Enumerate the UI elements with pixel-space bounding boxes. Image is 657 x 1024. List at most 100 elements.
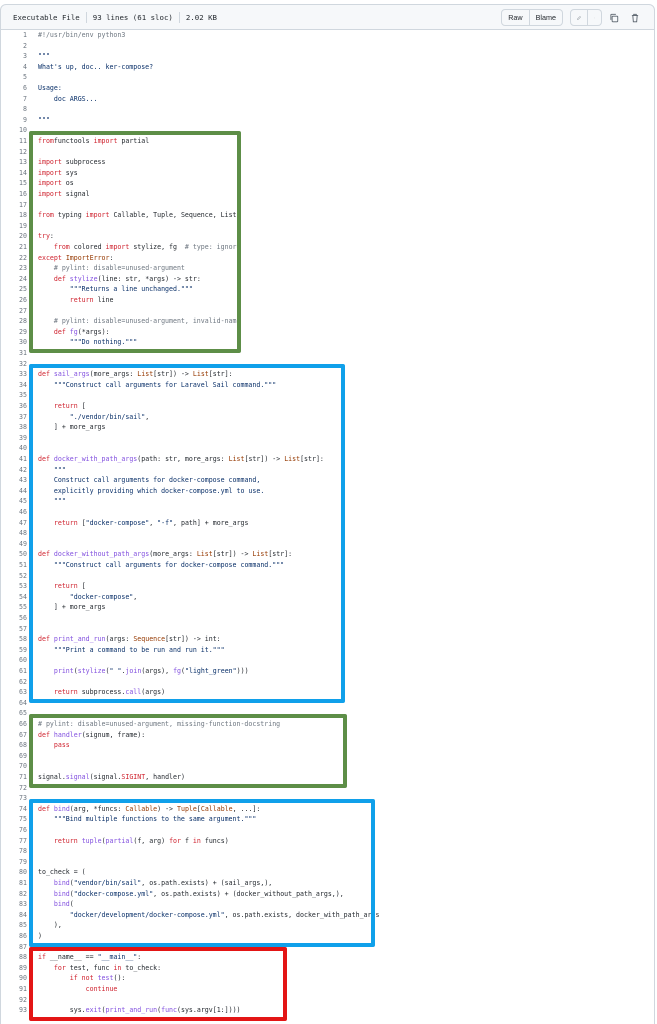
line-number[interactable]: 74 — [1, 804, 27, 815]
line-number[interactable]: 19 — [1, 221, 27, 232]
line-number[interactable]: 16 — [1, 189, 27, 200]
line-number[interactable]: 78 — [1, 846, 27, 857]
line-number[interactable]: 68 — [1, 740, 27, 751]
line-number[interactable]: 2 — [1, 41, 27, 52]
line-number[interactable]: 40 — [1, 443, 27, 454]
line-number[interactable]: 65 — [1, 708, 27, 719]
line-number[interactable]: 47 — [1, 518, 27, 529]
line-number[interactable]: 24 — [1, 274, 27, 285]
line-number[interactable]: 22 — [1, 253, 27, 264]
line-number[interactable]: 53 — [1, 581, 27, 592]
line-number[interactable]: 92 — [1, 995, 27, 1006]
line-number[interactable]: 39 — [1, 433, 27, 444]
line-number[interactable]: 85 — [1, 920, 27, 931]
line-number[interactable]: 73 — [1, 793, 27, 804]
line-number[interactable]: 69 — [1, 751, 27, 762]
line-number[interactable]: 15 — [1, 178, 27, 189]
line-number[interactable]: 81 — [1, 878, 27, 889]
line-number[interactable]: 49 — [1, 539, 27, 550]
line-number[interactable]: 35 — [1, 390, 27, 401]
line-number[interactable]: 80 — [1, 867, 27, 878]
line-number[interactable]: 58 — [1, 634, 27, 645]
line-number[interactable]: 34 — [1, 380, 27, 391]
line-number[interactable]: 50 — [1, 549, 27, 560]
line-number[interactable]: 4 — [1, 62, 27, 73]
line-number[interactable]: 21 — [1, 242, 27, 253]
edit-button[interactable] — [570, 9, 588, 26]
line-number[interactable]: 7 — [1, 94, 27, 105]
line-number[interactable]: 86 — [1, 931, 27, 942]
line-number[interactable]: 10 — [1, 125, 27, 136]
line-number[interactable]: 60 — [1, 655, 27, 666]
line-number[interactable]: 93 — [1, 1005, 27, 1016]
line-number[interactable]: 11 — [1, 136, 27, 147]
copy-button[interactable] — [605, 9, 623, 26]
raw-button[interactable]: Raw — [501, 9, 530, 26]
line-number[interactable]: 26 — [1, 295, 27, 306]
line-number[interactable]: 33 — [1, 369, 27, 380]
line-number[interactable]: 84 — [1, 910, 27, 921]
line-number[interactable]: 12 — [1, 147, 27, 158]
line-number[interactable]: 46 — [1, 507, 27, 518]
line-number[interactable]: 36 — [1, 401, 27, 412]
line-number[interactable]: 25 — [1, 284, 27, 295]
line-number[interactable]: 27 — [1, 306, 27, 317]
line-number[interactable]: 3 — [1, 51, 27, 62]
line-number[interactable]: 72 — [1, 783, 27, 794]
line-number[interactable]: 17 — [1, 200, 27, 211]
code-text: print(stylize(" ".join(args), fg("light_… — [53, 667, 249, 675]
line-number[interactable]: 70 — [1, 761, 27, 772]
line-number[interactable]: 6 — [1, 83, 27, 94]
line-number[interactable]: 82 — [1, 889, 27, 900]
line-number[interactable]: 63 — [1, 687, 27, 698]
line-number[interactable]: 41 — [1, 454, 27, 465]
line-number[interactable]: 51 — [1, 560, 27, 571]
line-number[interactable]: 76 — [1, 825, 27, 836]
line-number[interactable]: 8 — [1, 104, 27, 115]
line-number[interactable]: 54 — [1, 592, 27, 603]
line-number[interactable]: 9 — [1, 115, 27, 126]
delete-button[interactable] — [626, 9, 644, 26]
line-number[interactable]: 56 — [1, 613, 27, 624]
line-number[interactable]: 88 — [1, 952, 27, 963]
line-number[interactable]: 64 — [1, 698, 27, 709]
line-number[interactable]: 91 — [1, 984, 27, 995]
line-number[interactable]: 37 — [1, 412, 27, 423]
line-number[interactable]: 89 — [1, 963, 27, 974]
line-number[interactable]: 30 — [1, 337, 27, 348]
line-number[interactable]: 59 — [1, 645, 27, 656]
line-number[interactable]: 48 — [1, 528, 27, 539]
line-number[interactable]: 57 — [1, 624, 27, 635]
line-number[interactable]: 28 — [1, 316, 27, 327]
line-number[interactable]: 52 — [1, 571, 27, 582]
line-number[interactable]: 18 — [1, 210, 27, 221]
line-number[interactable]: 90 — [1, 973, 27, 984]
line-number[interactable]: 61 — [1, 666, 27, 677]
line-number[interactable]: 1 — [1, 30, 27, 41]
line-number[interactable]: 87 — [1, 942, 27, 953]
line-number[interactable]: 62 — [1, 677, 27, 688]
line-number[interactable]: 23 — [1, 263, 27, 274]
line-number[interactable]: 45 — [1, 496, 27, 507]
blame-button[interactable]: Blame — [529, 9, 563, 26]
line-number[interactable]: 32 — [1, 359, 27, 370]
line-number[interactable]: 83 — [1, 899, 27, 910]
line-number[interactable]: 71 — [1, 772, 27, 783]
line-number[interactable]: 75 — [1, 814, 27, 825]
line-number[interactable]: 31 — [1, 348, 27, 359]
edit-dropdown-button[interactable] — [588, 9, 602, 26]
line-number[interactable]: 29 — [1, 327, 27, 338]
line-number[interactable]: 67 — [1, 730, 27, 741]
line-number[interactable]: 66 — [1, 719, 27, 730]
line-number[interactable]: 44 — [1, 486, 27, 497]
line-number[interactable]: 42 — [1, 465, 27, 476]
line-number[interactable]: 77 — [1, 836, 27, 847]
line-number[interactable]: 79 — [1, 857, 27, 868]
line-number[interactable]: 5 — [1, 72, 27, 83]
line-number[interactable]: 13 — [1, 157, 27, 168]
line-number[interactable]: 43 — [1, 475, 27, 486]
line-number[interactable]: 55 — [1, 602, 27, 613]
line-number[interactable]: 20 — [1, 231, 27, 242]
line-number[interactable]: 38 — [1, 422, 27, 433]
line-number[interactable]: 14 — [1, 168, 27, 179]
